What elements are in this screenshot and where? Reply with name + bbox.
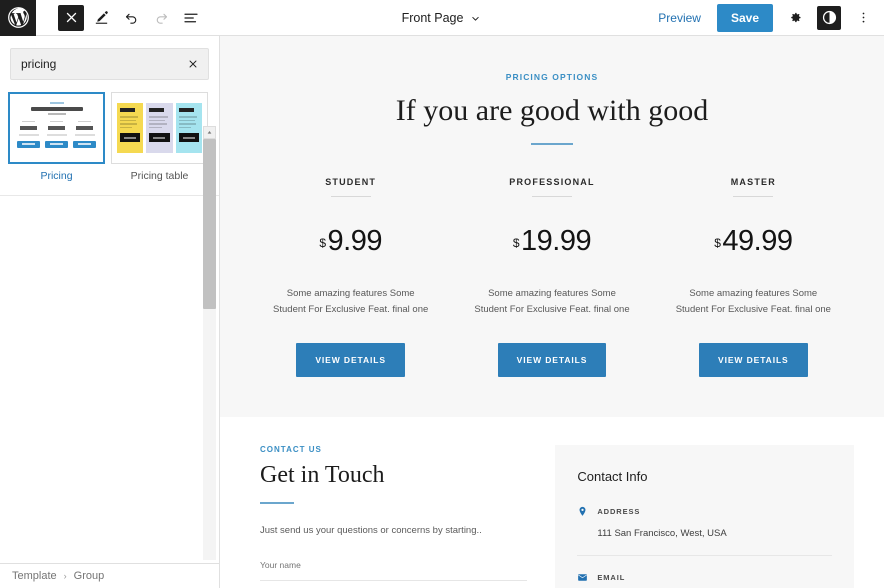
field-your-name <box>260 555 528 581</box>
pattern-label: Pricing <box>40 170 73 182</box>
contact-info-title: Contact Info <box>577 468 648 484</box>
search-input[interactable] <box>11 57 208 71</box>
tier-price: $9.99 <box>264 225 437 258</box>
editor-body: Pricing <box>0 36 884 588</box>
toolbar-left-group <box>36 4 204 31</box>
contrast-styles-icon[interactable] <box>817 5 841 30</box>
scrollbar-thumb[interactable] <box>203 139 216 309</box>
document-title[interactable]: Front Page <box>402 11 464 25</box>
pattern-item-pricing[interactable]: Pricing <box>8 92 105 183</box>
tier-description: Some amazing features Some Student For E… <box>474 287 630 316</box>
clear-search-button[interactable] <box>183 54 203 74</box>
tier-divider <box>330 195 371 197</box>
price-amount: 19.99 <box>521 224 592 257</box>
contact-info-address: ADDRESS 111 San Francisco, West, USA <box>577 506 832 556</box>
wordpress-logo-icon[interactable] <box>0 0 36 36</box>
scroll-up-button[interactable] <box>203 126 216 139</box>
pattern-list: Pricing Pricing table <box>0 90 219 191</box>
preview-button[interactable]: Preview <box>652 7 707 29</box>
price-amount: 49.99 <box>722 224 793 257</box>
pricing-eyebrow: PRICING OPTIONS <box>505 72 599 82</box>
currency-symbol: $ <box>512 235 520 250</box>
pattern-item-pricing-table[interactable]: Pricing table <box>111 92 208 183</box>
editor-canvas[interactable]: PRICING OPTIONS If you are good with goo… <box>220 36 884 588</box>
sidebar-scrollbar[interactable] <box>203 126 216 560</box>
list-view-button[interactable] <box>178 5 204 31</box>
contact-info-label: EMAIL <box>597 572 626 582</box>
view-details-button[interactable]: VIEW DETAILS <box>497 342 607 377</box>
contact-section[interactable]: CONTACT US Get in Touch Just send us you… <box>220 416 884 588</box>
search-section <box>0 36 219 90</box>
contact-title[interactable]: Get in Touch <box>260 462 527 489</box>
view-details-button[interactable]: VIEW DETAILS <box>699 342 808 377</box>
contact-subtitle: Just send us your questions or concerns … <box>260 524 482 536</box>
undo-button[interactable] <box>118 5 144 31</box>
currency-symbol: $ <box>714 235 721 250</box>
pricing-tier-master[interactable]: MASTER $49.99 Some amazing features Some… <box>653 177 854 377</box>
contact-info-value: 111 San Francisco, West, USA <box>597 527 727 539</box>
search-box <box>10 48 209 80</box>
editor-window: Front Page Preview Save pricing Pricing … <box>0 0 884 588</box>
view-details-button[interactable]: VIEW DETAILS <box>296 342 405 377</box>
your-name-input[interactable] <box>260 559 528 570</box>
price-amount: 9.99 <box>327 224 383 257</box>
pricing-columns: STUDENT $9.99 Some amazing features Some… <box>250 177 854 377</box>
heading-divider <box>531 142 573 145</box>
pricing-tier-professional[interactable]: PROFESSIONAL $19.99 Some amazing feature… <box>451 177 652 377</box>
tier-name: MASTER <box>730 176 776 187</box>
tier-divider <box>531 195 572 197</box>
contact-info-email: EMAIL info@example.com <box>577 572 832 588</box>
pricing-section[interactable]: PRICING OPTIONS If you are good with goo… <box>220 36 884 417</box>
redo-button[interactable] <box>148 5 174 31</box>
editor-toolbar: Front Page Preview Save <box>0 0 884 36</box>
pricing-tier-student[interactable]: STUDENT $9.99 Some amazing features Some… <box>250 177 451 377</box>
breadcrumb-item-group[interactable]: Group <box>74 570 105 582</box>
more-options-icon[interactable] <box>851 6 875 30</box>
tier-price: $49.99 <box>667 225 840 258</box>
tier-description: Some amazing features Some Student For E… <box>675 287 831 316</box>
tier-name: STUDENT <box>325 176 377 187</box>
tier-name: PROFESSIONAL <box>509 176 595 187</box>
divider <box>0 194 219 196</box>
contact-eyebrow: CONTACT US <box>260 444 322 454</box>
tier-price: $19.99 <box>465 225 638 258</box>
gear-icon[interactable] <box>783 6 807 30</box>
breadcrumb-item-template[interactable]: Template <box>12 570 57 582</box>
currency-symbol: $ <box>319 235 326 250</box>
contact-info-label: ADDRESS <box>597 506 641 516</box>
toolbar-right-group: Preview Save <box>652 3 884 32</box>
envelope-icon <box>577 572 588 583</box>
pricing-headline[interactable]: If you are good with good <box>250 94 854 129</box>
patterns-sidebar: Pricing <box>0 36 220 588</box>
contact-form-column: CONTACT US Get in Touch Just send us you… <box>250 444 528 588</box>
chevron-down-icon[interactable] <box>469 12 482 25</box>
pattern-thumbnail <box>111 92 208 164</box>
tier-description: Some amazing features Some Student For E… <box>273 287 429 316</box>
pattern-label: Pricing table <box>130 170 189 182</box>
pattern-thumbnail <box>8 92 105 164</box>
edit-mode-button[interactable] <box>88 5 114 31</box>
tier-divider <box>733 195 774 197</box>
contact-divider <box>260 501 294 504</box>
close-editor-button[interactable] <box>58 4 84 31</box>
breadcrumb-separator: › <box>63 571 67 581</box>
scrollbar-track[interactable] <box>203 139 216 560</box>
location-pin-icon <box>577 506 588 517</box>
save-button[interactable]: Save <box>716 3 773 32</box>
breadcrumb: Template › Group <box>0 563 219 588</box>
contact-info-panel[interactable]: Contact Info ADDRESS 111 San Francisco, … <box>555 444 854 588</box>
